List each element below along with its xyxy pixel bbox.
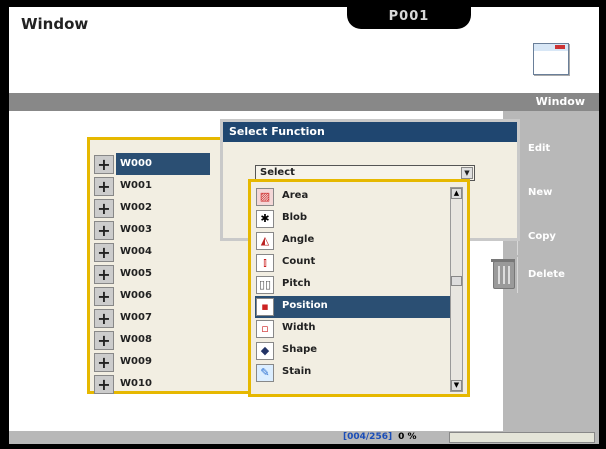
counter-index: [004/256] — [343, 432, 393, 442]
expand-icon[interactable]: + — [94, 287, 114, 306]
option-angle[interactable]: ◭ Angle — [255, 230, 450, 252]
delete-button[interactable]: Delete — [517, 257, 597, 293]
expand-icon[interactable]: + — [94, 243, 114, 262]
status-message-box — [449, 432, 595, 443]
list-item-label: W009 — [120, 356, 152, 367]
list-item-label: W006 — [120, 290, 152, 301]
edit-button[interactable]: Edit — [517, 131, 597, 167]
expand-icon[interactable]: + — [94, 309, 114, 328]
list-item[interactable]: + W008 — [94, 329, 274, 351]
function-dropdown: ▨ Area ✱ Blob ◭ Angle ⫾ Count ▯▯ Pitch ▪… — [248, 179, 470, 397]
option-count[interactable]: ⫾ Count — [255, 252, 450, 274]
option-label: Stain — [282, 366, 312, 377]
list-item-label: W004 — [120, 246, 152, 257]
option-width[interactable]: ▫ Width — [255, 318, 450, 340]
angle-icon: ◭ — [256, 232, 274, 250]
list-item[interactable]: + W007 — [94, 307, 274, 329]
expand-icon[interactable]: + — [94, 331, 114, 350]
expand-icon[interactable]: + — [94, 375, 114, 394]
menu-bar-label: Window — [535, 95, 585, 108]
list-item[interactable]: + W010 — [94, 373, 274, 395]
dialog-title: Select Function — [223, 122, 517, 142]
option-pitch[interactable]: ▯▯ Pitch — [255, 274, 450, 296]
status-bar: [004/256] 0 % — [9, 431, 599, 444]
option-area[interactable]: ▨ Area — [255, 186, 450, 208]
function-select-value: Select — [260, 167, 295, 178]
list-item[interactable]: + W005 — [94, 263, 274, 285]
option-position[interactable]: ▪ Position — [255, 296, 450, 318]
list-item[interactable]: + W004 — [94, 241, 274, 263]
list-item-label: W010 — [120, 378, 152, 389]
option-label: Blob — [282, 212, 308, 223]
list-item-label: W007 — [120, 312, 152, 323]
list-item-label: W008 — [120, 334, 152, 345]
shape-icon: ◆ — [256, 342, 274, 360]
copy-button[interactable]: Copy — [517, 219, 597, 255]
list-item[interactable]: + W006 — [94, 285, 274, 307]
width-icon: ▫ — [256, 320, 274, 338]
chevron-down-icon[interactable]: ▼ — [461, 167, 473, 179]
option-shape[interactable]: ◆ Shape — [255, 340, 450, 362]
window-counter: [004/256] 0 % — [343, 431, 417, 444]
scroll-up-icon[interactable]: ▲ — [451, 188, 462, 199]
window-title: Window — [21, 15, 89, 33]
option-label: Area — [282, 190, 309, 201]
option-label: Count — [282, 256, 316, 267]
trash-icon[interactable] — [491, 259, 515, 289]
expand-icon[interactable]: + — [94, 199, 114, 218]
option-blob[interactable]: ✱ Blob — [255, 208, 450, 230]
menu-bar: Window — [9, 93, 599, 111]
window-icon[interactable] — [533, 43, 569, 75]
list-item-label: W001 — [120, 180, 152, 191]
position-icon: ▪ — [256, 298, 274, 316]
option-label: Shape — [282, 344, 318, 355]
expand-icon[interactable]: + — [94, 177, 114, 196]
option-stain[interactable]: ✎ Stain — [255, 362, 450, 384]
area-icon: ▨ — [256, 188, 274, 206]
scroll-thumb[interactable] — [451, 276, 462, 286]
program-tab[interactable]: P001 — [347, 7, 471, 29]
option-label: Width — [282, 322, 316, 333]
expand-icon[interactable]: + — [94, 353, 114, 372]
scroll-down-icon[interactable]: ▼ — [451, 380, 462, 391]
app-window: Window P001 Window Edit New Copy Delete … — [9, 7, 599, 444]
list-item-label: W005 — [120, 268, 152, 279]
list-item-label: W003 — [120, 224, 152, 235]
option-label: Pitch — [282, 278, 311, 289]
dropdown-scrollbar[interactable]: ▲ ▼ — [450, 187, 463, 392]
blob-icon: ✱ — [256, 210, 274, 228]
list-item-label: W002 — [120, 202, 152, 213]
expand-icon[interactable]: + — [94, 265, 114, 284]
option-label: Position — [282, 300, 328, 311]
list-item-label: W000 — [116, 153, 210, 175]
stain-icon: ✎ — [256, 364, 274, 382]
new-button[interactable]: New — [517, 175, 597, 211]
expand-icon[interactable]: + — [94, 155, 114, 174]
option-label: Angle — [282, 234, 315, 245]
count-icon: ⫾ — [256, 254, 274, 272]
pitch-icon: ▯▯ — [256, 276, 274, 294]
expand-icon[interactable]: + — [94, 221, 114, 240]
list-item[interactable]: + W009 — [94, 351, 274, 373]
counter-percent: 0 % — [398, 432, 417, 442]
